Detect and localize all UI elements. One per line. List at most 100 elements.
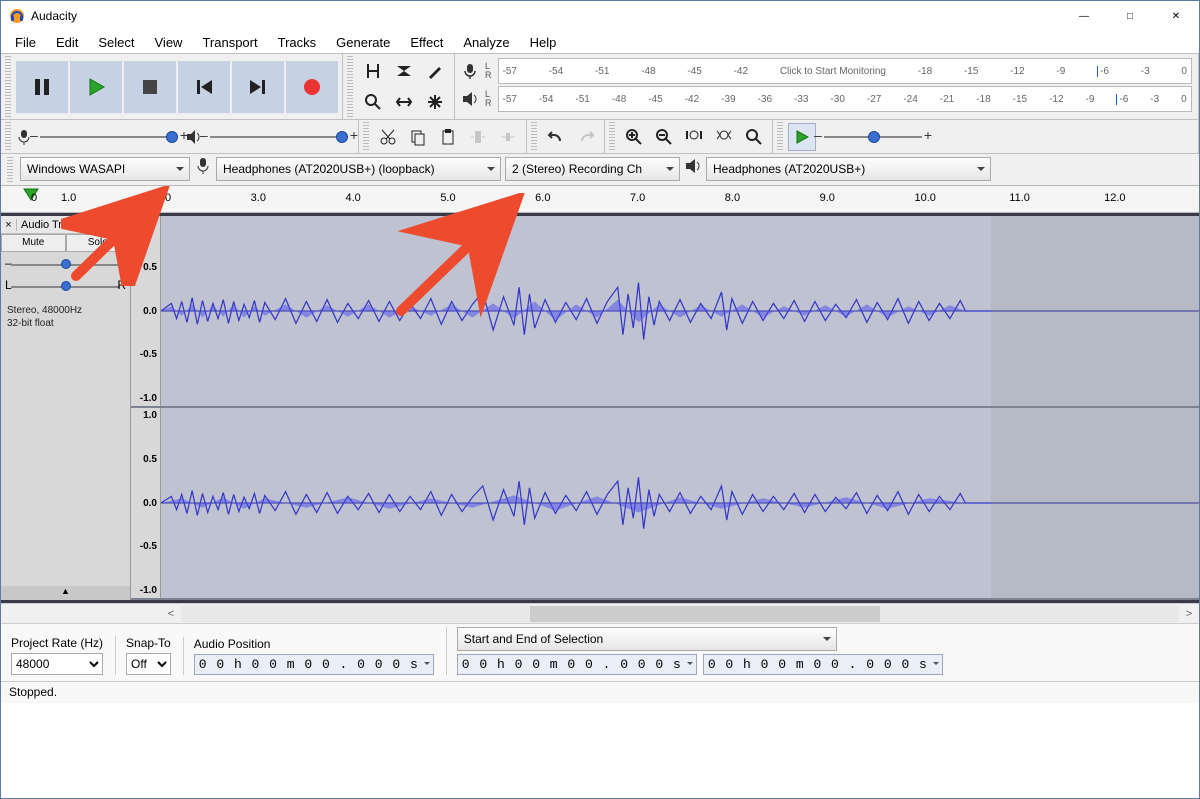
project-rate-combo[interactable]: 48000	[11, 653, 103, 675]
waveform-left[interactable]: 1.00.50.0-0.5-1.0	[131, 216, 1199, 408]
selection-mode-combo[interactable]: Start and End of Selection	[457, 627, 837, 651]
transport-toolbar	[1, 54, 343, 119]
multi-tool-icon[interactable]	[420, 87, 450, 117]
stop-button[interactable]	[124, 61, 176, 113]
playback-meter[interactable]: -57-54-51-48-45-42-39-36-33-30-27-24-21-…	[498, 86, 1193, 112]
fit-selection-icon[interactable]	[680, 123, 708, 151]
mute-button[interactable]: Mute	[1, 234, 66, 252]
track-name[interactable]: Audio Track	[17, 219, 116, 231]
timeshift-tool-icon[interactable]	[389, 87, 419, 117]
menu-file[interactable]: File	[5, 33, 46, 52]
horizontal-scrollbar[interactable]: < >	[1, 603, 1199, 623]
menu-select[interactable]: Select	[88, 33, 144, 52]
ruler-tick: 12.0	[1104, 192, 1199, 204]
skip-start-button[interactable]	[178, 61, 230, 113]
selection-start-field[interactable]: 0 0 h 0 0 m 0 0 . 0 0 0 s	[457, 654, 697, 675]
copy-icon[interactable]	[404, 123, 432, 151]
recording-channels-combo[interactable]: 2 (Stereo) Recording Ch	[505, 157, 680, 181]
track-menu-dropdown[interactable]: ▼	[116, 219, 130, 231]
window-minimize-button[interactable]: —	[1061, 1, 1107, 31]
play-at-speed-button[interactable]	[788, 123, 816, 151]
toolbar-row-1: LR -57-54-51-48-45-42 Click to Start Mon…	[1, 53, 1199, 119]
scroll-left-button[interactable]: <	[161, 608, 181, 620]
silence-icon[interactable]	[494, 123, 522, 151]
menu-generate[interactable]: Generate	[326, 33, 400, 52]
ruler-tick: 2.0	[156, 192, 251, 204]
toolbar-grip[interactable]	[5, 122, 11, 151]
playback-speed-slider[interactable]: –+	[818, 127, 928, 147]
paste-icon[interactable]	[434, 123, 462, 151]
waveform-right[interactable]: 1.00.50.0-0.5-1.0	[131, 408, 1199, 600]
toolbar-grip[interactable]	[347, 56, 353, 117]
play-at-speed-toolbar: –+	[773, 120, 1199, 153]
audio-position-field[interactable]: 0 0 h 0 0 m 0 0 . 0 0 0 s	[194, 654, 434, 675]
recording-meter[interactable]: -57-54-51-48-45-42 Click to Start Monito…	[498, 58, 1193, 84]
ruler-tick: 4.0	[345, 192, 440, 204]
fit-project-icon[interactable]	[710, 123, 738, 151]
menu-effect[interactable]: Effect	[400, 33, 453, 52]
scrollbar-thumb[interactable]	[530, 606, 879, 622]
toolbar-grip[interactable]	[7, 157, 13, 182]
mic-icon	[194, 157, 212, 175]
undo-icon[interactable]	[542, 123, 570, 151]
toolbar-row-2: –+ –+ –+	[1, 119, 1199, 153]
skip-end-button[interactable]	[232, 61, 284, 113]
audio-position-label: Audio Position	[194, 637, 434, 651]
menu-help[interactable]: Help	[520, 33, 567, 52]
track-collapse-button[interactable]: ▲	[1, 586, 130, 600]
play-button[interactable]	[70, 61, 122, 113]
solo-button[interactable]: Solo	[66, 234, 131, 252]
toolbar-grip[interactable]	[777, 122, 783, 151]
snap-to-combo[interactable]: Off	[126, 653, 171, 675]
track-close-button[interactable]: ×	[1, 219, 17, 231]
menu-transport[interactable]: Transport	[192, 33, 267, 52]
timeline-ruler[interactable]: 0 1.0 2.0 3.0 4.0 5.0 6.0 7.0 8.0 9.0 10…	[1, 185, 1199, 213]
toolbar-grip[interactable]	[609, 122, 615, 151]
zoom-in-icon[interactable]	[620, 123, 648, 151]
ruler-tick: 11.0	[1009, 192, 1104, 204]
toolbar-grip[interactable]	[531, 122, 537, 151]
zoom-out-icon[interactable]	[650, 123, 678, 151]
playback-device-combo[interactable]: Headphones (AT2020USB+)	[706, 157, 991, 181]
zoom-toggle-icon[interactable]	[740, 123, 768, 151]
speaker-icon	[461, 90, 479, 108]
trim-icon[interactable]	[464, 123, 492, 151]
menu-tracks[interactable]: Tracks	[268, 33, 327, 52]
edit-toolbar	[359, 120, 527, 153]
selection-end-field[interactable]: 0 0 h 0 0 m 0 0 . 0 0 0 s	[703, 654, 943, 675]
track-gain-slider[interactable]: –+	[7, 256, 124, 274]
toolbar-grip[interactable]	[5, 56, 11, 117]
zoom-tool-icon[interactable]	[358, 87, 388, 117]
track-control-panel[interactable]: × Audio Track ▼ Mute Solo –+ LR Stereo, …	[1, 216, 131, 600]
menu-view[interactable]: View	[145, 33, 193, 52]
vertical-scale[interactable]: 1.00.50.0-0.5-1.0	[131, 408, 161, 598]
window-maximize-button[interactable]: □	[1107, 1, 1153, 31]
track-format-info: Stereo, 48000Hz 32-bit float	[1, 300, 130, 334]
menu-analyze[interactable]: Analyze	[453, 33, 519, 52]
envelope-tool-icon[interactable]	[389, 56, 419, 86]
audio-host-combo[interactable]: Windows WASAPI	[20, 157, 190, 181]
recording-volume-slider[interactable]: –+	[34, 127, 184, 147]
selection-tool-icon[interactable]	[358, 56, 388, 86]
redo-icon[interactable]	[572, 123, 600, 151]
snap-to-label: Snap-To	[126, 636, 171, 650]
track-pan-slider[interactable]: LR	[7, 278, 124, 296]
ruler-tick: 7.0	[630, 192, 725, 204]
record-button[interactable]	[286, 61, 338, 113]
cut-icon[interactable]	[374, 123, 402, 151]
scroll-right-button[interactable]: >	[1179, 608, 1199, 620]
window-close-button[interactable]: ✕	[1153, 1, 1199, 31]
draw-tool-icon[interactable]	[420, 56, 450, 86]
zoom-toolbar	[605, 120, 773, 153]
pause-button[interactable]	[16, 61, 68, 113]
vertical-scale[interactable]: 1.00.50.0-0.5-1.0	[131, 216, 161, 406]
ruler-tick: 5.0	[440, 192, 535, 204]
device-toolbar: Windows WASAPI Headphones (AT2020USB+) (…	[1, 153, 1199, 185]
menu-edit[interactable]: Edit	[46, 33, 88, 52]
selection-toolbar: Project Rate (Hz) 48000 Snap-To Off Audi…	[1, 623, 1199, 681]
toolbar-grip[interactable]	[363, 122, 369, 151]
tools-toolbar	[343, 54, 455, 119]
playback-volume-slider[interactable]: –+	[204, 127, 354, 147]
recording-device-combo[interactable]: Headphones (AT2020USB+) (loopback)	[216, 157, 501, 181]
title-bar: Audacity — □ ✕	[1, 1, 1199, 31]
